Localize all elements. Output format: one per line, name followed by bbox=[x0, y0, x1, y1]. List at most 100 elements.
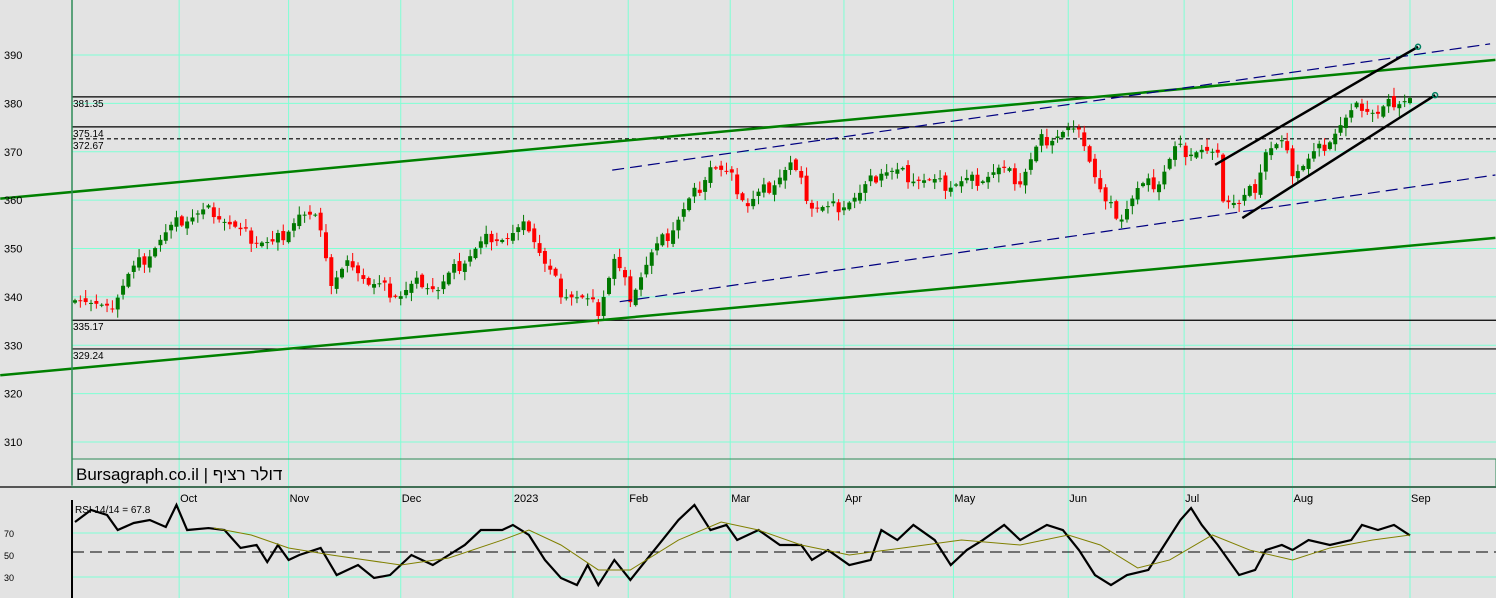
candle-down bbox=[874, 176, 878, 183]
candle-up bbox=[345, 260, 350, 266]
candle-up bbox=[1071, 128, 1076, 130]
candle-up bbox=[131, 265, 136, 272]
rsi-tick-label: 70 bbox=[4, 529, 14, 539]
y-tick-label: 350 bbox=[4, 244, 22, 256]
price-chart: 381.35375.14372.67335.17329.24 310320330… bbox=[0, 0, 1496, 598]
candle-up bbox=[1167, 158, 1172, 169]
candle-up bbox=[1007, 168, 1012, 171]
candle-up bbox=[655, 243, 660, 251]
candle-up bbox=[1306, 158, 1311, 169]
candle-up bbox=[121, 285, 126, 295]
candle-up bbox=[414, 277, 419, 284]
candle-down bbox=[307, 211, 312, 215]
candle-up bbox=[660, 234, 665, 246]
candle-up bbox=[169, 224, 174, 231]
candle-down bbox=[457, 261, 462, 271]
candle-up bbox=[1050, 140, 1055, 146]
x-tick-label: Apr bbox=[845, 493, 862, 505]
candle-up bbox=[1402, 101, 1407, 103]
candle-down bbox=[393, 295, 398, 297]
candle-down bbox=[420, 274, 425, 288]
y-tick-label: 330 bbox=[4, 340, 22, 352]
candle-up bbox=[1066, 127, 1071, 131]
candle-up bbox=[1381, 106, 1386, 117]
x-tick-label: 2023 bbox=[514, 493, 538, 505]
candle-up bbox=[185, 221, 190, 229]
candle-up bbox=[484, 233, 489, 245]
candle-down bbox=[243, 227, 248, 229]
candle-up bbox=[751, 198, 756, 207]
candle-down bbox=[548, 265, 553, 270]
candle-down bbox=[1092, 158, 1097, 178]
candle-down bbox=[665, 233, 670, 242]
candle-down bbox=[596, 302, 601, 316]
candle-up bbox=[163, 232, 168, 241]
candle-down bbox=[713, 167, 718, 169]
candle-up bbox=[687, 198, 692, 211]
candle-down bbox=[793, 159, 798, 171]
x-tick-label: Feb bbox=[629, 493, 648, 505]
price-level-label: 372.67 bbox=[73, 141, 104, 152]
candle-up bbox=[922, 180, 927, 183]
candle-down bbox=[927, 179, 932, 181]
candle-up bbox=[174, 217, 179, 227]
candle-up bbox=[1295, 171, 1300, 179]
candle-up bbox=[601, 296, 606, 316]
candle-down bbox=[1375, 111, 1380, 114]
candle-down bbox=[558, 278, 563, 298]
candle-up bbox=[644, 264, 649, 275]
candle-up bbox=[1397, 104, 1402, 109]
candle-up bbox=[1317, 143, 1322, 149]
candle-up bbox=[291, 223, 296, 231]
candle-down bbox=[809, 202, 814, 209]
candle-up bbox=[1135, 188, 1140, 200]
candle-down bbox=[1114, 201, 1119, 219]
candle-up bbox=[970, 174, 975, 181]
candle-up bbox=[607, 277, 611, 295]
candle-up bbox=[772, 185, 777, 195]
candle-up bbox=[1034, 146, 1039, 162]
candle-down bbox=[1226, 200, 1231, 203]
candle-up bbox=[1141, 183, 1145, 187]
y-tick-label: 340 bbox=[4, 292, 22, 304]
candle-down bbox=[719, 165, 724, 170]
candle-up bbox=[671, 230, 676, 244]
candle-up bbox=[1311, 151, 1316, 159]
candle-up bbox=[1370, 112, 1375, 114]
candle-down bbox=[735, 174, 740, 195]
candle-down bbox=[553, 268, 558, 276]
candle-down bbox=[356, 265, 361, 274]
candle-down bbox=[1290, 148, 1295, 177]
candle-down bbox=[1018, 181, 1023, 185]
candle-up bbox=[841, 207, 846, 211]
x-tick-label: May bbox=[954, 493, 975, 505]
candle-down bbox=[724, 170, 729, 172]
candle-down bbox=[767, 182, 772, 193]
candle-up bbox=[708, 167, 713, 183]
candle-up bbox=[890, 170, 895, 172]
candle-up bbox=[153, 248, 158, 257]
candle-up bbox=[996, 167, 1001, 175]
candle-down bbox=[1205, 146, 1210, 151]
candle-down bbox=[1082, 132, 1087, 147]
candle-up bbox=[857, 192, 862, 201]
candle-up bbox=[847, 202, 852, 210]
y-tick-label: 390 bbox=[4, 50, 22, 62]
candle-up bbox=[473, 248, 478, 259]
candle-up bbox=[1333, 133, 1338, 145]
candle-down bbox=[1103, 187, 1108, 202]
candle-up bbox=[980, 181, 985, 184]
candle-down bbox=[804, 175, 809, 201]
candle-down bbox=[238, 227, 243, 230]
price-level-label: 329.24 bbox=[73, 351, 104, 362]
candle-up bbox=[1327, 142, 1332, 149]
candle-down bbox=[211, 207, 216, 218]
candle-up bbox=[436, 290, 441, 292]
candle-up bbox=[446, 272, 451, 285]
candle-up bbox=[1194, 152, 1199, 158]
candle-down bbox=[590, 297, 595, 300]
candle-up bbox=[1386, 98, 1391, 107]
candle-up bbox=[863, 184, 868, 193]
candle-down bbox=[745, 203, 750, 207]
candle-down bbox=[281, 231, 286, 241]
